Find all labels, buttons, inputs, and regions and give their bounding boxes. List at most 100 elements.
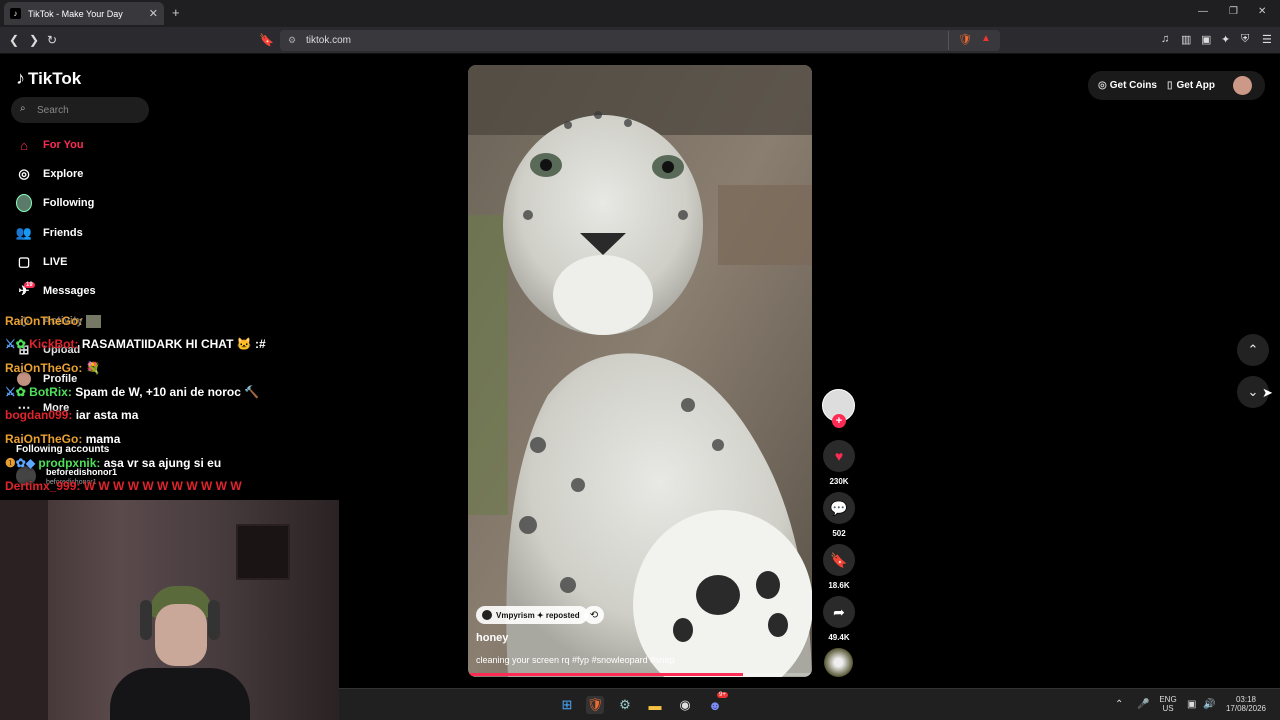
badge-icon: ✿◆ — [15, 456, 36, 470]
like-count: 230K — [829, 477, 849, 486]
divider — [948, 31, 949, 50]
tiktok-logo[interactable]: ♪ TikTok — [16, 68, 81, 89]
minimize-icon[interactable]: — — [1198, 6, 1208, 17]
browser-tab[interactable]: ♪ TikTok - Make Your Day ✕ — [4, 2, 164, 25]
file-explorer-icon[interactable]: ▬ — [646, 696, 664, 714]
microphone-icon[interactable]: 🎤 — [1137, 699, 1149, 710]
obs-icon[interactable]: ◉ — [676, 696, 694, 714]
brave-browser-icon[interactable]: 🛡 — [586, 696, 604, 714]
following-avatar-icon — [16, 194, 32, 212]
chat-message: Dertimx_999: W W W W W W W W W W W — [5, 479, 242, 493]
comment-button[interactable]: 💬 — [823, 492, 855, 524]
follow-plus-icon[interactable]: + — [832, 414, 846, 428]
wallet-icon[interactable]: ▣ — [1201, 33, 1211, 46]
vpn-icon[interactable]: ⛨ — [1241, 33, 1249, 46]
headphone-left — [140, 600, 152, 640]
share-button[interactable]: ➦ — [823, 596, 855, 628]
back-icon[interactable]: ❮ — [9, 33, 19, 47]
clock-time: 03:18 — [1235, 695, 1257, 704]
new-tab-icon[interactable]: + — [172, 5, 180, 20]
language-label: ENG — [1159, 695, 1177, 704]
tray-overflow-icon[interactable]: ⌃ — [1115, 699, 1123, 710]
windows-taskbar: ⊞ 🛡 ⚙ ▬ ◉ ☻ 9+ ⌃ 🎤 ENG US ▣ 🔊 03:18 17/0… — [339, 688, 1280, 720]
video-progress-track[interactable] — [468, 673, 812, 676]
sidebar-item-label: Explore — [43, 168, 84, 180]
leo-ai-icon[interactable]: ✦ — [1221, 33, 1230, 46]
chat-message: RaiOnTheGo: 💐 — [5, 361, 101, 375]
get-app-button[interactable]: Get App — [1176, 80, 1215, 91]
discord-icon[interactable]: ☻ — [706, 696, 724, 714]
video-player[interactable]: Vmpyrism ✦ reposted ⟲ honey cleaning you… — [468, 65, 812, 677]
restore-icon[interactable]: ❐ — [1229, 6, 1238, 17]
bookmark-icon[interactable]: 🔖 — [259, 33, 274, 47]
sidebar-item-label: Friends — [43, 227, 83, 239]
repost-badge[interactable]: Vmpyrism ✦ reposted — [476, 606, 588, 624]
repost-icon[interactable]: ⟲ — [584, 606, 604, 624]
volume-icon[interactable]: 🔊 — [1203, 699, 1215, 710]
chat-user: RaiOnTheGo: — [5, 361, 83, 375]
sidebar-item-for-you[interactable]: ⌂ For You — [16, 136, 83, 154]
repost-label: Vmpyrism ✦ reposted — [496, 610, 580, 620]
clock-date: 17/08/2026 — [1225, 704, 1267, 713]
chat-message: RaiOnTheGo: — [5, 314, 101, 329]
messages-badge: 19 — [24, 282, 35, 288]
share-count: 49.4K — [828, 633, 850, 642]
video-author[interactable]: honey — [476, 632, 508, 644]
menu-icon[interactable]: ☰ — [1262, 33, 1272, 46]
address-bar[interactable]: ⚙ tiktok.com 🛡 ▲ — [280, 30, 1000, 51]
user-avatar[interactable] — [1233, 76, 1252, 95]
steam-icon[interactable]: ⚙ — [616, 696, 634, 714]
clock[interactable]: 03:18 17/08/2026 — [1223, 695, 1269, 713]
chat-user: BotRix: — [29, 385, 72, 399]
chat-user: RaiOnTheGo: — [5, 432, 83, 446]
like-button[interactable]: ♥ — [823, 440, 855, 472]
chat-user: bogdan099: — [5, 408, 73, 422]
sidebar-item-live[interactable]: ▢ LIVE — [16, 253, 68, 271]
chat-message: bogdan099: iar asta ma — [5, 408, 138, 422]
window-close-icon[interactable]: ✕ — [1258, 6, 1266, 17]
chat-message: ⚔✿ BotRix: Spam de W, +10 ani de noroc 🔨 — [5, 385, 259, 399]
chat-user: Dertimx_999: — [5, 479, 81, 493]
media-icon[interactable]: ♫ — [1161, 33, 1169, 45]
tiktok-favicon-icon: ♪ — [10, 8, 21, 19]
get-coins-button[interactable]: Get Coins — [1110, 80, 1157, 91]
coin-icon: ◎ — [1098, 80, 1107, 91]
headphone-right — [208, 600, 220, 640]
verified-badge-icon: ✿ — [15, 385, 26, 399]
reload-icon[interactable]: ↻ — [47, 33, 57, 47]
chevron-up-icon: ⌃ — [1247, 342, 1259, 357]
close-tab-icon[interactable]: ✕ — [149, 7, 158, 20]
previous-video-button[interactable]: ⌃ — [1237, 334, 1269, 366]
sidebar-item-following[interactable]: Following — [16, 194, 94, 212]
home-icon: ⌂ — [20, 137, 28, 153]
sound-disc-icon[interactable] — [824, 648, 853, 677]
chat-text: asa vr sa ajung si eu — [103, 456, 222, 470]
forward-icon[interactable]: ❯ — [29, 33, 39, 47]
sidebar-item-friends[interactable]: 👥 Friends — [16, 224, 83, 242]
comment-icon: 💬 — [830, 499, 848, 516]
save-button[interactable]: 🔖 — [823, 544, 855, 576]
network-icon[interactable]: ▣ — [1187, 699, 1196, 710]
comment-count: 502 — [832, 529, 846, 538]
emote-icon — [85, 315, 101, 329]
friends-icon: 👥 — [15, 225, 33, 240]
region-label: US — [1162, 704, 1174, 713]
compass-icon: ◎ — [18, 166, 30, 181]
rewards-icon[interactable]: ▲ — [981, 33, 991, 44]
search-input[interactable]: ⌕ Search — [11, 97, 149, 123]
discord-badge: 9+ — [717, 692, 728, 698]
site-info-icon[interactable]: ⚙ — [288, 35, 296, 46]
windows-start-icon[interactable]: ⊞ — [558, 696, 576, 714]
sidebar-item-explore[interactable]: ◎ Explore — [16, 165, 83, 183]
badge-icon: ❶ — [5, 456, 16, 470]
chat-user: RaiOnTheGo: — [5, 314, 83, 328]
brave-shield-icon[interactable]: 🛡 — [958, 33, 972, 46]
search-placeholder: Search — [37, 104, 69, 116]
language-indicator[interactable]: ENG US — [1157, 695, 1179, 713]
webcam-overlay — [0, 500, 339, 720]
sidebar-icon[interactable]: ▥ — [1181, 33, 1191, 46]
chevron-down-icon: ⌄ — [1247, 384, 1259, 399]
chat-text: iar asta ma — [75, 408, 139, 422]
face — [155, 604, 207, 666]
phone-icon: ▯ — [1166, 80, 1173, 91]
